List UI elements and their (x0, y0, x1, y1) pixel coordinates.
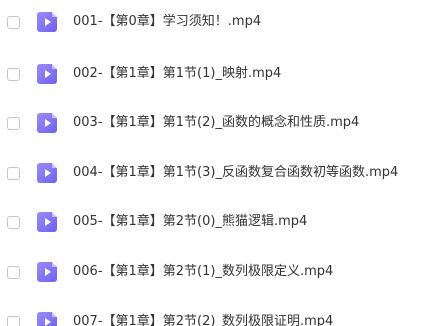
file-row[interactable]: 001-【第0章】学习须知！.mp4 (0, 4, 448, 40)
file-name[interactable]: 004-【第1章】第1节(3)_反函数复合函数初等函数.mp4 (73, 165, 398, 181)
video-file-icon (37, 212, 57, 232)
file-row[interactable]: 002-【第1章】第1节(1)_映射.mp4 (0, 56, 448, 92)
file-row[interactable]: 005-【第1章】第2节(0)_熊猫逻辑.mp4 (0, 204, 448, 240)
video-file-icon (37, 163, 57, 183)
video-file-icon (37, 312, 57, 326)
row-checkbox[interactable] (7, 15, 20, 29)
video-file-icon (37, 262, 57, 282)
row-checkbox[interactable] (7, 315, 20, 326)
row-checkbox[interactable] (7, 166, 20, 180)
file-name[interactable]: 001-【第0章】学习须知！.mp4 (73, 14, 261, 30)
file-name[interactable]: 007-【第1章】第2节(2)_数列极限证明.mp4 (73, 314, 333, 326)
video-file-icon (37, 12, 57, 32)
file-name[interactable]: 002-【第1章】第1节(1)_映射.mp4 (73, 66, 281, 82)
row-checkbox[interactable] (7, 67, 20, 81)
video-file-icon (37, 64, 57, 84)
file-row[interactable]: 004-【第1章】第1节(3)_反函数复合函数初等函数.mp4 (0, 155, 448, 191)
row-checkbox[interactable] (7, 116, 20, 130)
file-row[interactable]: 003-【第1章】第1节(2)_函数的概念和性质.mp4 (0, 105, 448, 141)
file-name[interactable]: 003-【第1章】第1节(2)_函数的概念和性质.mp4 (73, 115, 359, 131)
row-checkbox[interactable] (7, 265, 20, 279)
file-row[interactable]: 007-【第1章】第2节(2)_数列极限证明.mp4 (0, 304, 448, 326)
file-row[interactable]: 006-【第1章】第2节(1)_数列极限定义.mp4 (0, 254, 448, 290)
file-name[interactable]: 005-【第1章】第2节(0)_熊猫逻辑.mp4 (73, 214, 307, 230)
file-list: 001-【第0章】学习须知！.mp4 002-【第1章】第1节(1)_映射.mp… (0, 0, 448, 326)
file-name[interactable]: 006-【第1章】第2节(1)_数列极限定义.mp4 (73, 264, 333, 280)
row-checkbox[interactable] (7, 215, 20, 229)
video-file-icon (37, 113, 57, 133)
